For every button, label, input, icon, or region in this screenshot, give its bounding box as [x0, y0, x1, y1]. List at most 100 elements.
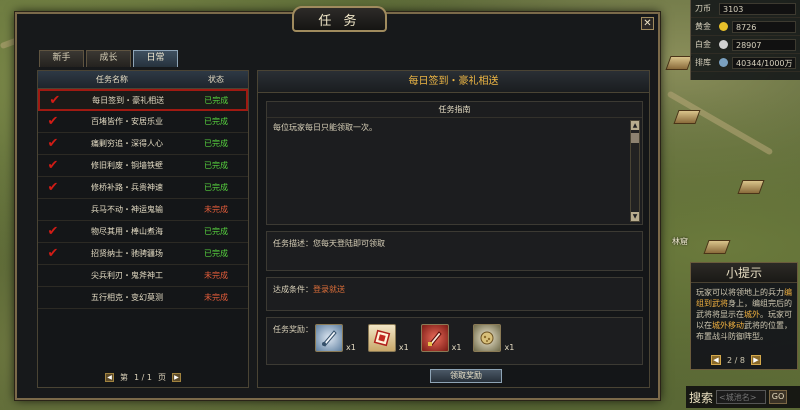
- task-status: 已完成: [204, 227, 228, 236]
- tab-daily[interactable]: 日常: [133, 50, 178, 67]
- stat-label: 排库: [695, 58, 711, 67]
- stat-value: 3103: [719, 2, 796, 15]
- stat-row-storage: 排库 40344/1000万: [691, 54, 800, 72]
- column-header-name: 任务名称: [96, 75, 128, 84]
- task-name: 修旧利废・铜墙铁壁: [91, 161, 163, 170]
- close-icon[interactable]: ✕: [641, 17, 654, 30]
- task-row[interactable]: ✔ 修旧利废・铜墙铁壁 已完成: [38, 155, 248, 177]
- window-title: 任 务: [292, 6, 387, 32]
- stat-row-gold: 黄金 8726: [691, 18, 800, 36]
- task-detail-panel: 每日签到・豪礼相送 任务指南 每位玩家每日只能领取一次。 ▲ ▼ 任务描述：您每…: [257, 70, 650, 388]
- scroll-thumb[interactable]: [631, 133, 639, 143]
- tips-pager: ◀ 2 / 8 ▶: [711, 355, 761, 365]
- map-building[interactable]: [673, 110, 701, 124]
- next-page-icon[interactable]: ▶: [171, 373, 181, 382]
- scroll-up-icon[interactable]: ▲: [631, 121, 639, 130]
- reward-label: 任务奖励：: [273, 325, 313, 334]
- task-window: 任 务 ✕ 新手 成长 日常 任务名称 状态 ✔ 每日签到・豪礼相送 已完成 ✔…: [15, 6, 660, 400]
- tips-title: 小提示: [691, 263, 797, 283]
- stat-label: 白金: [695, 40, 711, 49]
- task-name: 痛剿穷追・深得人心: [91, 139, 163, 148]
- task-name: 百堵皆作・安居乐业: [91, 117, 163, 126]
- scroll-down-icon[interactable]: ▼: [631, 212, 639, 221]
- task-status: 已完成: [204, 183, 228, 192]
- red-blade-icon[interactable]: [420, 324, 449, 352]
- stat-label: 刀币: [695, 4, 711, 13]
- task-name: 尖兵利刃・鬼斧神工: [91, 271, 163, 280]
- map-building[interactable]: [703, 240, 731, 254]
- grain-bundle-icon[interactable]: [473, 324, 502, 352]
- reward-qty: x1: [504, 343, 515, 352]
- task-detail-title: 每日签到・豪礼相送: [258, 71, 649, 93]
- search-go-button[interactable]: GO: [769, 390, 788, 404]
- scroll-seal-icon[interactable]: [367, 324, 396, 352]
- task-tabs: 新手 成长 日常: [39, 50, 178, 67]
- check-icon: ✔: [47, 114, 59, 129]
- tab-growth[interactable]: 成长: [86, 50, 131, 67]
- task-row[interactable]: ✔ 招贤纳士・驰骋疆场 已完成: [38, 243, 248, 265]
- resource-panel: 刀币 3103 黄金 8726 白金 28907 排库 40344/1000万: [690, 0, 800, 80]
- condition-label: 达成条件：: [273, 285, 313, 294]
- task-list-panel: 任务名称 状态 ✔ 每日签到・豪礼相送 已完成 ✔ 百堵皆作・安居乐业 已完成 …: [37, 70, 249, 388]
- map-building[interactable]: [737, 180, 765, 194]
- reward-item[interactable]: x1: [367, 324, 409, 352]
- check-icon: ✔: [47, 180, 59, 195]
- task-status: 已完成: [204, 161, 228, 170]
- check-icon: ✔: [47, 246, 59, 261]
- tips-text-part: 玩家可以将领地上的兵力: [696, 288, 784, 297]
- stat-value: 40344/1000万: [732, 56, 796, 69]
- stat-row-coins: 刀币 3103: [691, 0, 800, 18]
- task-row[interactable]: ✔ 每日签到・豪礼相送 已完成: [38, 89, 248, 111]
- reward-qty: x1: [451, 343, 462, 352]
- task-row[interactable]: ✔ 物尽其用・棒山煮海 已完成: [38, 221, 248, 243]
- task-name: 修桥补路・兵贵神速: [91, 183, 163, 192]
- city-search-input[interactable]: [716, 390, 767, 404]
- task-guide-text: 每位玩家每日只能领取一次。: [273, 123, 377, 132]
- task-guide-title: 任务指南: [267, 102, 642, 118]
- check-icon: ✔: [47, 136, 59, 151]
- map-building[interactable]: [665, 56, 693, 70]
- next-tip-icon[interactable]: ▶: [750, 355, 761, 365]
- list-pager: ◀ 第 1 / 1 页 ▶: [38, 372, 248, 383]
- tips-panel: 小提示 玩家可以将领地上的兵力编组到武将身上，编组完后的武将将显示在城外。玩家可…: [690, 262, 798, 370]
- task-row[interactable]: ✔ 百堵皆作・安居乐业 已完成: [38, 111, 248, 133]
- task-row[interactable]: 尖兵利刃・鬼斧神工 未完成: [38, 265, 248, 287]
- tips-highlight: 城外: [744, 310, 760, 319]
- guide-scrollbar[interactable]: ▲ ▼: [630, 120, 640, 222]
- task-status: 未完成: [204, 205, 228, 214]
- platinum-icon: [719, 40, 728, 49]
- reward-qty: x1: [398, 343, 409, 352]
- task-row[interactable]: ✔ 痛剿穷追・深得人心 已完成: [38, 133, 248, 155]
- storage-icon: [719, 58, 728, 67]
- task-row[interactable]: 兵马不动・神运鬼输 未完成: [38, 199, 248, 221]
- tab-newbie[interactable]: 新手: [39, 50, 84, 67]
- check-icon: ✔: [47, 158, 59, 173]
- reward-item[interactable]: x1: [473, 324, 514, 352]
- task-condition: 达成条件：登录就送: [266, 277, 643, 311]
- task-row[interactable]: 五行相克・变幻莫测 未完成: [38, 287, 248, 309]
- reward-item[interactable]: x1: [420, 324, 462, 352]
- task-name: 招贤纳士・驰骋疆场: [91, 249, 163, 258]
- reward-items: x1 x1 x1 x1: [315, 324, 514, 352]
- prev-tip-icon[interactable]: ◀: [711, 355, 721, 365]
- search-label: 搜索: [689, 390, 714, 405]
- task-row[interactable]: ✔ 修桥补路・兵贵神速 已完成: [38, 177, 248, 199]
- check-icon: ✔: [47, 224, 59, 239]
- map-place-label: 林窟: [672, 237, 688, 246]
- task-status: 已完成: [204, 117, 228, 126]
- prev-page-icon[interactable]: ◀: [105, 373, 115, 382]
- task-name: 兵马不动・神运鬼输: [91, 205, 163, 214]
- check-icon: ✔: [49, 92, 61, 108]
- condition-link[interactable]: 登录就送: [313, 285, 345, 294]
- task-status: 未完成: [204, 293, 228, 302]
- stat-row-platinum: 白金 28907: [691, 36, 800, 54]
- tips-highlight: 城外移动: [712, 321, 744, 330]
- pager-prev-word: 第: [120, 373, 129, 382]
- reward-item[interactable]: x1: [315, 324, 356, 352]
- task-status: 已完成: [204, 95, 229, 105]
- gold-icon: [719, 22, 728, 31]
- pager-page: 1 / 1: [134, 373, 152, 382]
- stat-label: 黄金: [695, 22, 711, 31]
- claim-reward-button[interactable]: 领取奖励: [430, 369, 502, 383]
- sword-token-icon[interactable]: [315, 324, 343, 352]
